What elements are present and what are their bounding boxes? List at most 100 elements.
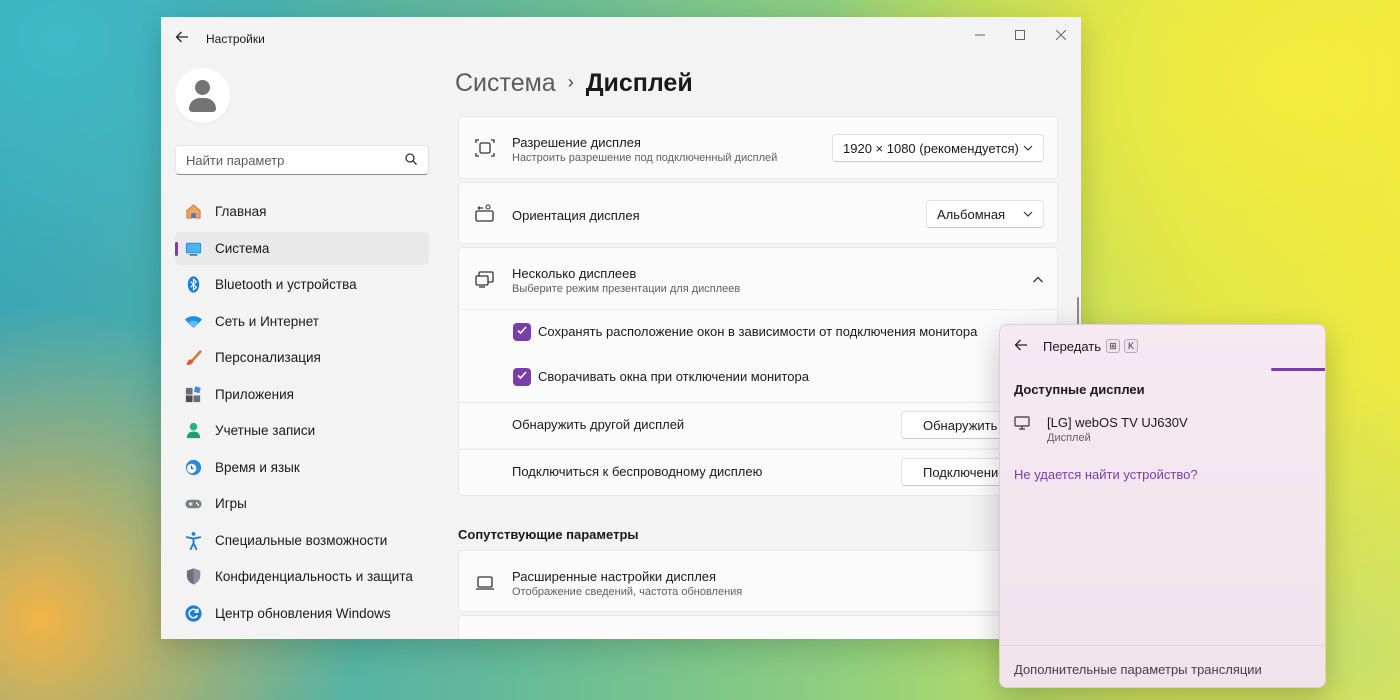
sidebar-item-gaming[interactable]: Игры [175, 487, 429, 520]
multiple-displays-title: Несколько дисплеев [512, 266, 637, 281]
option-keep-window-layout: Сохранять расположение окон в зависимост… [458, 309, 1058, 355]
avatar[interactable] [175, 68, 230, 123]
checkmark-icon [517, 326, 527, 335]
update-icon [185, 604, 202, 622]
orientation-title: Ориентация дисплея [512, 208, 640, 223]
orientation-dropdown[interactable]: Альбомная [926, 200, 1044, 228]
resolution-dropdown[interactable]: 1920 × 1080 (рекомендуется) [832, 134, 1044, 162]
orientation-value: Альбомная [937, 207, 1006, 222]
flyout-back-button[interactable] [1014, 338, 1028, 356]
close-icon [1055, 29, 1067, 41]
accessibility-icon [185, 531, 202, 550]
resolution-subtitle: Настроить разрешение под подключенный ди… [512, 152, 778, 164]
sidebar-item-label: Учетные записи [215, 423, 316, 438]
related-settings-heading: Сопутствующие параметры [458, 527, 639, 542]
sidebar-item-bluetooth[interactable]: Bluetooth и устройства [175, 268, 429, 301]
minimize-icon [975, 34, 985, 36]
k-key-badge: K [1124, 339, 1138, 353]
sidebar-item-privacy[interactable]: Конфиденциальность и защита [175, 560, 429, 593]
sidebar-item-label: Сеть и Интернет [215, 313, 319, 329]
chevron-up-icon[interactable] [1032, 274, 1044, 286]
minimize-windows-label: Сворачивать окна при отключении монитора [538, 369, 809, 384]
gamepad-icon [185, 499, 202, 509]
advanced-display-card[interactable]: Расширенные настройки дисплея Отображени… [458, 550, 1058, 612]
sidebar-item-home[interactable]: Главная [175, 195, 429, 228]
orientation-icon [475, 204, 494, 222]
breadcrumb-separator: › [567, 72, 574, 92]
system-icon [185, 242, 202, 256]
home-icon [186, 204, 201, 219]
resolution-title: Разрешение дисплея [512, 135, 641, 150]
searching-progress-bar [1271, 368, 1325, 371]
sidebar-item-system[interactable]: Система [175, 231, 429, 265]
sidebar-item-label: Главная [215, 204, 267, 219]
minimize-windows-checkbox[interactable] [513, 368, 531, 386]
device-name[interactable]: [LG] webOS TV UJ630V [1047, 415, 1188, 430]
wireless-display-row: Подключиться к беспроводному дисплею Под… [458, 449, 1061, 496]
search-input[interactable] [186, 151, 396, 169]
avatar-head [195, 80, 210, 95]
sidebar-item-label: Специальные возможности [215, 532, 388, 548]
resolution-icon [475, 139, 495, 157]
advanced-display-subtitle: Отображение сведений, частота обновления [512, 586, 743, 598]
cant-find-device-link[interactable]: Не удается найти устройство? [1014, 467, 1198, 482]
sidebar-item-label: Игры [215, 496, 247, 511]
sidebar-item-label: Bluetooth и устройства [215, 277, 357, 292]
apps-icon [185, 385, 201, 402]
search-icon[interactable] [404, 152, 418, 166]
scrollbar[interactable] [1077, 297, 1079, 327]
sidebar-item-apps[interactable]: Приложения [175, 378, 429, 411]
sidebar-item-windows-update[interactable]: Центр обновления Windows [175, 597, 429, 630]
sidebar-item-label: Персонализация [215, 350, 321, 365]
avatar-body [189, 98, 216, 112]
minimize-button[interactable] [965, 23, 995, 47]
resolution-value: 1920 × 1080 (рекомендуется) [843, 141, 1019, 156]
settings-window: Настройки Главная Система Bluetooth и ус… [161, 17, 1081, 639]
sidebar-item-personalization[interactable]: Персонализация [175, 341, 429, 374]
available-displays-heading: Доступные дисплеи [1014, 382, 1145, 397]
detect-display-row: Обнаружить другой дисплей Обнаружить [458, 402, 1061, 448]
sidebar-item-accessibility[interactable]: Специальные возможности [175, 524, 429, 557]
flyout-footer: Дополнительные параметры трансляции [1000, 645, 1325, 687]
sidebar-item-time-language[interactable]: Время и язык [175, 451, 429, 484]
back-button[interactable] [173, 30, 191, 48]
shield-icon [186, 568, 201, 585]
resolution-card: Разрешение дисплея Настроить разрешение … [458, 116, 1058, 179]
page-title: Дисплей [585, 69, 693, 97]
brush-icon [186, 349, 203, 366]
cast-flyout: Передать ⊞ K Доступные дисплеи [LG] webO… [999, 324, 1326, 688]
breadcrumb-parent[interactable]: Система [455, 69, 556, 97]
multiple-displays-header[interactable]: Несколько дисплеев Выберите режим презен… [458, 247, 1058, 310]
windows-key-badge: ⊞ [1106, 339, 1120, 353]
arrow-left-icon [1014, 339, 1027, 351]
keep-layout-checkbox[interactable] [513, 323, 531, 341]
multiple-displays-icon [475, 271, 494, 288]
wifi-icon [184, 315, 203, 328]
close-button[interactable] [1046, 23, 1076, 47]
device-type: Дисплей [1047, 432, 1091, 444]
sidebar-item-label: Приложения [215, 386, 294, 402]
detect-display-label: Обнаружить другой дисплей [512, 417, 685, 432]
orientation-card: Ориентация дисплея Альбомная [458, 182, 1058, 244]
title-bar: Настройки [161, 17, 1081, 61]
keep-layout-label: Сохранять расположение окон в зависимост… [538, 324, 978, 339]
arrow-left-icon [175, 31, 188, 43]
sidebar-item-label: Система [215, 240, 270, 256]
bluetooth-icon [187, 276, 200, 293]
sidebar-nav: Главная Система Bluetooth и устройства С… [175, 195, 429, 633]
wireless-display-label: Подключиться к беспроводному дисплею [512, 464, 763, 479]
sidebar-item-network[interactable]: Сеть и Интернет [175, 305, 429, 338]
breadcrumb: Система › Дисплей [455, 69, 693, 98]
checkmark-icon [517, 371, 527, 380]
flyout-title: Передать [1043, 339, 1102, 354]
sidebar-item-accounts[interactable]: Учетные записи [175, 414, 429, 447]
maximize-button[interactable] [1005, 23, 1035, 47]
next-related-card[interactable] [458, 615, 1058, 639]
account-icon [186, 422, 201, 439]
sidebar-item-label: Центр обновления Windows [215, 605, 391, 621]
more-cast-options-link[interactable]: Дополнительные параметры трансляции [1014, 662, 1262, 677]
maximize-icon [1015, 30, 1025, 40]
app-title: Настройки [206, 32, 265, 46]
chevron-down-icon [1023, 211, 1033, 217]
search-box [175, 145, 429, 175]
